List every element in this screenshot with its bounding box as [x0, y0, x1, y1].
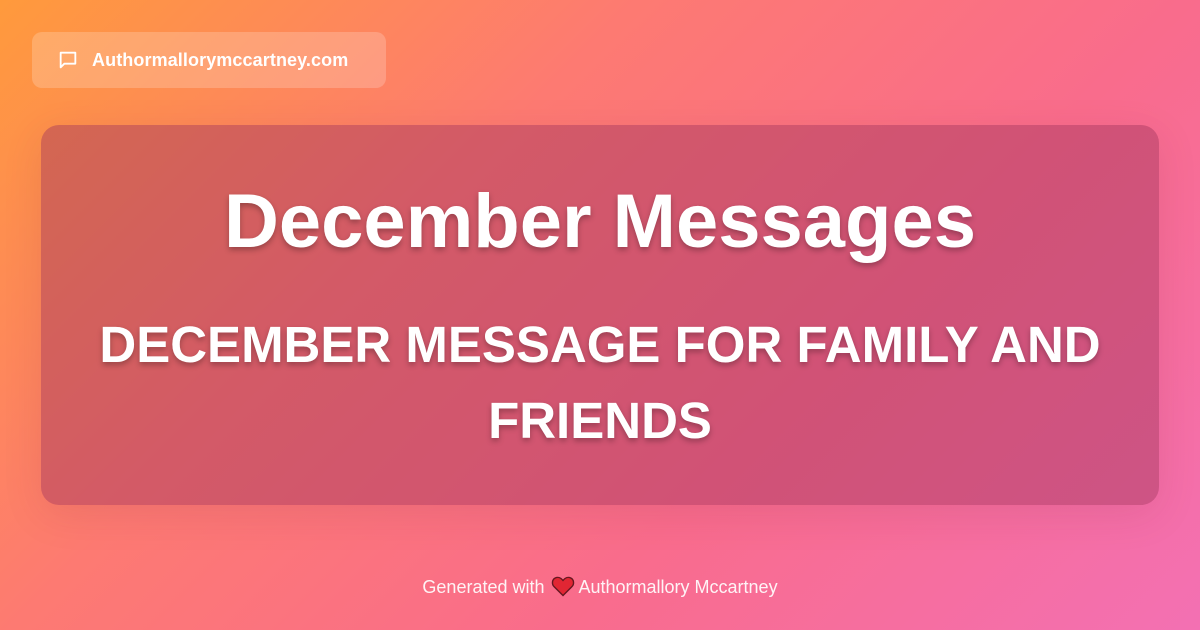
- page-subtitle: DECEMBER MESSAGE FOR FAMILY AND FRIENDS: [99, 316, 1101, 449]
- site-badge[interactable]: Authormallorymccartney.com: [32, 32, 386, 88]
- site-name: Authormallorymccartney.com: [92, 49, 349, 70]
- chat-bubble-icon: [56, 48, 80, 72]
- footer-author: Authormallory Mccartney: [578, 577, 778, 597]
- footer-credit: Generated with Authormallory Mccartney: [0, 575, 1200, 599]
- heart-icon: [551, 575, 575, 597]
- title-card: December Messages DECEMBER MESSAGE FOR F…: [41, 125, 1159, 505]
- footer-prefix: Generated with: [422, 577, 545, 597]
- page-title: December Messages: [224, 179, 976, 264]
